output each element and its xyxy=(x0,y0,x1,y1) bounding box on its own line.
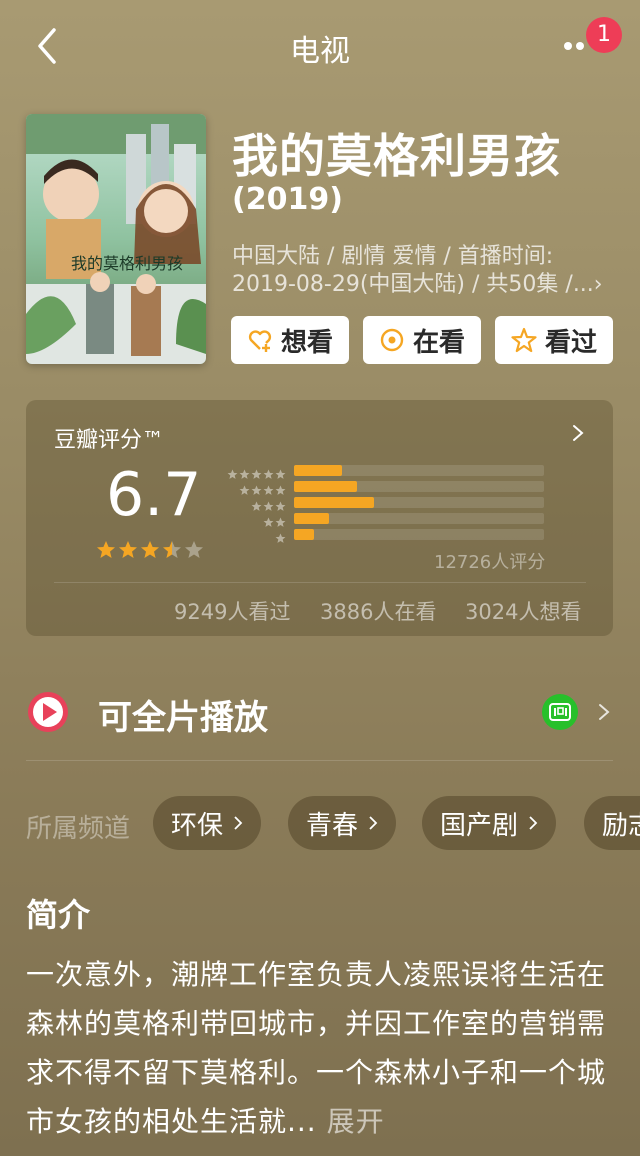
rating-bar-fill xyxy=(294,528,314,540)
rating-bar-row xyxy=(224,496,544,511)
bar-stars-icon xyxy=(224,513,286,527)
channel-chip-huanbao[interactable]: 环保 xyxy=(153,796,262,850)
channel-chip-label: 励志 xyxy=(602,810,640,841)
bar-stars-icon xyxy=(224,497,286,511)
channels-label: 所属频道 xyxy=(26,814,131,844)
channel-chip-qingchun[interactable]: 青春 xyxy=(288,796,397,850)
rating-bar-fill xyxy=(294,480,357,492)
chevron-right-icon xyxy=(529,816,538,830)
bar-stars-icon xyxy=(224,481,286,495)
want-count[interactable]: 3024人想看 xyxy=(465,596,581,626)
rating-bar-row xyxy=(224,512,544,527)
rating-score: 6.7 xyxy=(106,460,202,530)
channel-chip-label: 青春 xyxy=(306,810,359,841)
watching-button[interactable]: 在看 xyxy=(363,316,481,364)
movie-meta-line2[interactable]: 2019-08-29(中国大陆) / 共50集 /...› xyxy=(232,266,603,298)
section-divider xyxy=(26,760,613,761)
rating-bar-track xyxy=(294,528,544,540)
channel-chip-label: 国产剧 xyxy=(440,810,519,841)
rating-bar-row xyxy=(224,464,544,479)
bar-stars-icon xyxy=(224,529,286,543)
rating-star-icon xyxy=(141,541,159,558)
expand-link[interactable]: 展开 xyxy=(327,1105,385,1138)
poster-artwork: 我的莫格利男孩 xyxy=(26,114,206,364)
star-outline-icon xyxy=(511,327,537,353)
rating-title: 豆瓣评分™ xyxy=(54,428,165,453)
rating-star-icon xyxy=(163,541,181,558)
rating-bar-fill xyxy=(294,464,342,476)
movie-year: (2019) xyxy=(232,182,343,217)
rating-count: 12726人评分 xyxy=(434,552,546,573)
intro-text: 一次意外，潮牌工作室负责人凌熙误将生活在森林的莫格利带回城市，并因工作室的营销需… xyxy=(26,950,606,1146)
play-chevron-right-icon[interactable] xyxy=(598,703,610,721)
watching-count[interactable]: 3886人在看 xyxy=(320,596,436,626)
notification-badge: 1 xyxy=(586,17,622,53)
chevron-right-icon xyxy=(234,816,243,830)
watched-label: 看过 xyxy=(544,327,597,358)
rating-star-icon xyxy=(185,541,203,558)
intro-body: 一次意外，潮牌工作室负责人凌熙误将生活在森林的莫格利带回城市，并因工作室的营销需… xyxy=(26,958,607,1138)
chevron-right-icon xyxy=(369,816,378,830)
rating-bar-fill xyxy=(294,496,374,508)
want-to-watch-button[interactable]: 想看 xyxy=(231,316,349,364)
heart-plus-icon xyxy=(248,330,272,352)
channel-chip-label: 环保 xyxy=(171,810,224,841)
rating-bar-fill xyxy=(294,512,329,524)
watched-count[interactable]: 9249人看过 xyxy=(174,596,290,626)
channel-chip-lizhi[interactable]: 励志 xyxy=(584,796,640,850)
rating-stars xyxy=(96,540,204,560)
rating-divider xyxy=(54,582,586,583)
rating-bar-track xyxy=(294,512,544,524)
poster-image[interactable]: 我的莫格利男孩 xyxy=(26,114,206,364)
want-to-watch-label: 想看 xyxy=(280,327,333,358)
iqiyi-logo-icon[interactable] xyxy=(542,694,578,730)
watched-button[interactable]: 看过 xyxy=(495,316,613,364)
play-icon[interactable] xyxy=(26,690,70,734)
rating-star-icon xyxy=(119,541,137,558)
rating-bar-row xyxy=(224,480,544,495)
chevron-right-icon[interactable] xyxy=(570,422,586,444)
watching-label: 在看 xyxy=(412,327,465,358)
play-available-label[interactable]: 可全片播放 xyxy=(98,690,268,739)
poster-title-text: 我的莫格利男孩 xyxy=(71,254,183,273)
bar-stars-icon xyxy=(224,465,286,479)
intro-heading: 简介 xyxy=(26,896,91,934)
rating-star-icon xyxy=(97,541,115,558)
rating-bar-row xyxy=(224,528,544,543)
channel-chip-guochanju[interactable]: 国产剧 xyxy=(422,796,557,850)
target-icon xyxy=(380,328,404,352)
movie-title: 我的莫格利男孩 xyxy=(232,129,561,183)
page-title: 电视 xyxy=(290,34,350,69)
